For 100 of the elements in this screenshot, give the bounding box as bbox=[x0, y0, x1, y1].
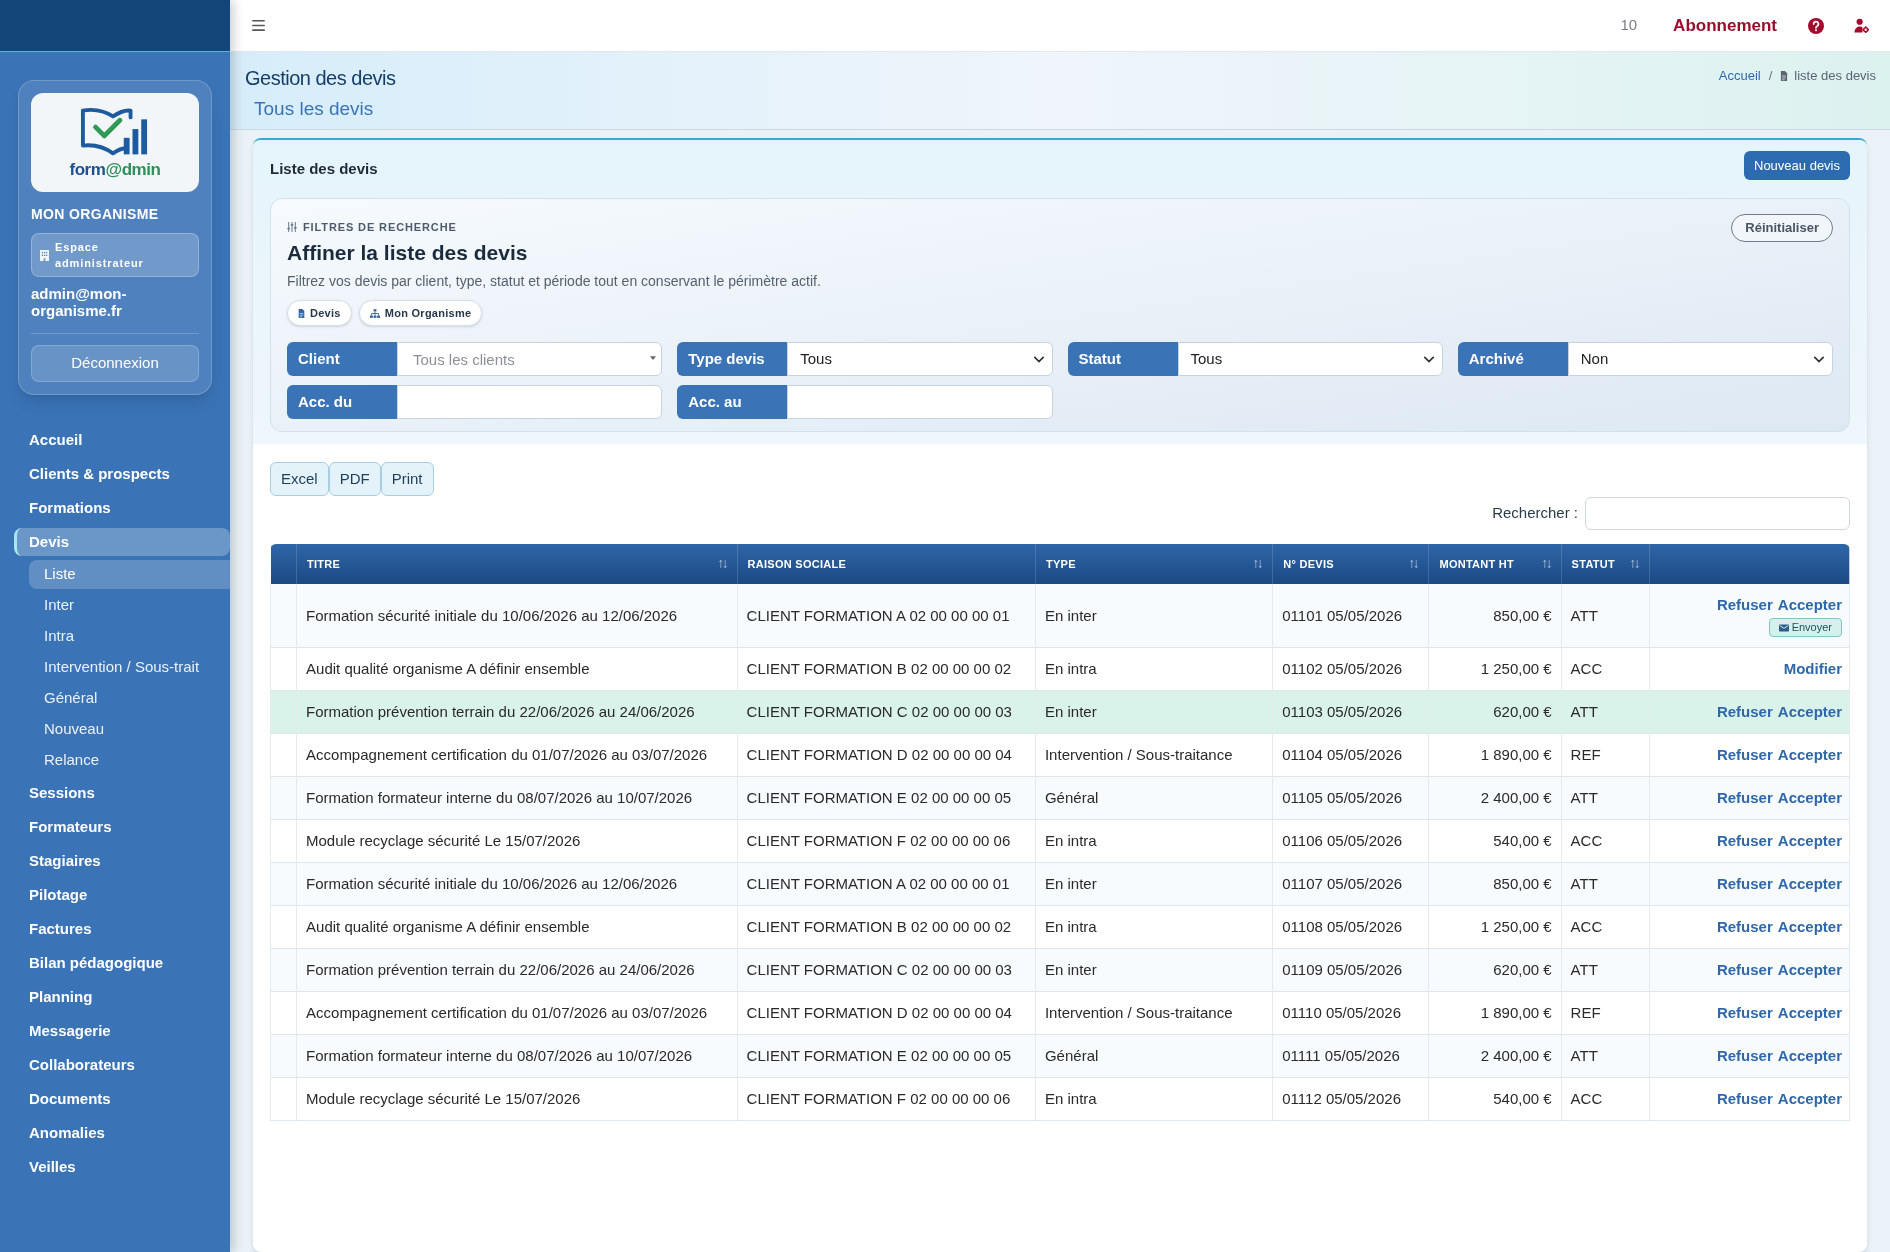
table-cell: 01108 05/05/2026 bbox=[1272, 905, 1429, 949]
search-field[interactable] bbox=[1585, 497, 1850, 530]
menu-item[interactable]: Accueil bbox=[14, 426, 230, 454]
breadcrumb-link[interactable]: Accueil bbox=[1718, 66, 1761, 86]
action-link[interactable]: Accepter bbox=[1777, 873, 1842, 895]
action-link[interactable]: Accepter bbox=[1777, 916, 1842, 938]
date-field[interactable] bbox=[397, 385, 663, 419]
menu-item[interactable]: Clients & prospects bbox=[14, 460, 230, 488]
table-cell: 01104 05/05/2026 bbox=[1272, 733, 1429, 777]
menu-item[interactable]: Bilan pédagogique bbox=[14, 949, 230, 977]
sliders-icon bbox=[287, 222, 297, 232]
filter-heading: Affiner la liste des devis bbox=[287, 240, 529, 266]
search-label: Rechercher : bbox=[1492, 503, 1578, 524]
menu-icon[interactable] bbox=[252, 20, 265, 31]
breadcrumb-current: liste des devis bbox=[1794, 67, 1876, 86]
menu-item[interactable]: Devis bbox=[14, 528, 230, 556]
action-link[interactable]: Refuser bbox=[1716, 1045, 1773, 1067]
table-cell: CLIENT FORMATION F 02 00 00 00 06 bbox=[737, 819, 1036, 863]
menu-item[interactable]: Planning bbox=[14, 983, 230, 1011]
select-field[interactable]: Non bbox=[1567, 342, 1833, 376]
table-cell: Audit qualité organisme A définir ensemble bbox=[296, 905, 738, 949]
action-link[interactable]: Accepter bbox=[1777, 787, 1842, 809]
reset-button[interactable]: Réinitialiser bbox=[1731, 214, 1833, 242]
menu-item[interactable]: Stagiaires bbox=[14, 847, 230, 875]
table-cell: 01102 05/05/2026 bbox=[1272, 647, 1429, 691]
action-link[interactable]: Accepter bbox=[1777, 830, 1842, 852]
action-link[interactable]: Accepter bbox=[1777, 594, 1842, 616]
new-quote-button[interactable]: Nouveau devis bbox=[1744, 151, 1850, 180]
subscription-link[interactable]: Abonnement bbox=[1673, 12, 1777, 39]
action-link[interactable]: Refuser bbox=[1716, 916, 1773, 938]
submenu-item[interactable]: Intervention / Sous-trait bbox=[29, 653, 230, 682]
action-link[interactable]: Accepter bbox=[1777, 1045, 1842, 1067]
send-button[interactable]: Envoyer bbox=[1768, 618, 1842, 637]
table-cell: ACC bbox=[1561, 1077, 1650, 1121]
date-field[interactable] bbox=[787, 385, 1053, 419]
field-label: Type devis bbox=[677, 342, 788, 376]
user-email: admin@mon-organisme.fr bbox=[31, 285, 128, 319]
action-link[interactable]: Refuser bbox=[1716, 873, 1773, 895]
export-button[interactable]: Excel bbox=[270, 462, 329, 496]
table-cell: ATT bbox=[1561, 948, 1650, 992]
file-icon bbox=[1780, 71, 1789, 81]
help-icon[interactable] bbox=[1808, 17, 1824, 34]
action-link[interactable]: Accepter bbox=[1777, 959, 1842, 981]
submenu-item[interactable]: Inter bbox=[29, 591, 230, 620]
table-cell: 01103 05/05/2026 bbox=[1272, 690, 1429, 734]
table-cell: Accompagnement certification du 01/07/2026 au 03/07/2026 bbox=[296, 733, 738, 777]
combo-field[interactable]: Tous les clients bbox=[397, 342, 663, 376]
action-link[interactable]: Accepter bbox=[1777, 1002, 1842, 1024]
file-icon bbox=[298, 308, 305, 318]
action-link[interactable]: Accepter bbox=[1777, 744, 1842, 766]
table-cell: 540,00 € bbox=[1428, 819, 1562, 863]
action-link[interactable]: Accepter bbox=[1777, 701, 1842, 723]
table-cell: 540,00 € bbox=[1428, 1077, 1562, 1121]
action-link[interactable]: Refuser bbox=[1716, 701, 1773, 723]
menu-item[interactable]: Messagerie bbox=[14, 1017, 230, 1045]
menu-item[interactable]: Factures bbox=[14, 915, 230, 943]
table-cell: CLIENT FORMATION E 02 00 00 00 05 bbox=[737, 1034, 1036, 1078]
action-link[interactable]: Refuser bbox=[1716, 959, 1773, 981]
export-button[interactable]: PDF bbox=[328, 462, 381, 496]
menu-item[interactable]: Pilotage bbox=[14, 881, 230, 909]
select-field[interactable]: Tous bbox=[787, 342, 1053, 376]
field-label: Acc. au bbox=[677, 385, 788, 419]
menu-item[interactable]: Collaborateurs bbox=[14, 1051, 230, 1079]
menu-item[interactable]: Documents bbox=[14, 1085, 230, 1113]
action-link[interactable]: Refuser bbox=[1716, 1088, 1773, 1110]
menu-item[interactable]: Formations bbox=[14, 494, 230, 522]
field-label: Archivé bbox=[1457, 342, 1568, 376]
chevron-down-icon bbox=[1423, 355, 1434, 363]
submenu-item[interactable]: Intra bbox=[29, 622, 230, 651]
action-link[interactable]: Modifier bbox=[1783, 658, 1842, 680]
menu-item[interactable]: Sessions bbox=[14, 779, 230, 807]
action-link[interactable]: Refuser bbox=[1716, 830, 1773, 852]
submenu-item[interactable]: Général bbox=[29, 684, 230, 713]
table-cell: ATT bbox=[1561, 862, 1650, 906]
table-cell: CLIENT FORMATION B 02 00 00 00 02 bbox=[737, 905, 1036, 949]
submenu-item[interactable]: Nouveau bbox=[29, 715, 230, 744]
export-button[interactable]: Print bbox=[380, 462, 434, 496]
action-link[interactable]: Refuser bbox=[1716, 787, 1773, 809]
field-label: Client bbox=[287, 342, 397, 376]
user-settings-icon[interactable] bbox=[1854, 18, 1869, 33]
action-link[interactable]: Refuser bbox=[1716, 1002, 1773, 1024]
table-cell: 850,00 € bbox=[1428, 584, 1562, 648]
menu-item[interactable]: Veilles bbox=[14, 1153, 230, 1181]
logout-button[interactable]: Déconnexion bbox=[31, 345, 199, 382]
action-link[interactable]: Refuser bbox=[1716, 594, 1773, 616]
menu-item[interactable]: Anomalies bbox=[14, 1119, 230, 1147]
table-cell: Audit qualité organisme A définir ensemble bbox=[296, 647, 738, 691]
action-link[interactable]: Refuser bbox=[1716, 744, 1773, 766]
table-cell: Intervention / Sous-traitance bbox=[1035, 733, 1273, 777]
submenu-item[interactable]: Relance bbox=[29, 746, 230, 775]
table-cell: En inter bbox=[1035, 862, 1273, 906]
submenu-item[interactable]: Liste bbox=[29, 560, 230, 589]
action-link[interactable]: Accepter bbox=[1777, 1088, 1842, 1110]
table-cell: Général bbox=[1035, 1034, 1273, 1078]
table-cell: En inter bbox=[1035, 690, 1273, 734]
menu-item[interactable]: Formateurs bbox=[14, 813, 230, 841]
table-cell: CLIENT FORMATION D 02 00 00 00 04 bbox=[737, 733, 1036, 777]
table-cell: Formation sécurité initiale du 10/06/2026 au 12/06/2026 bbox=[296, 584, 738, 648]
table-cell: 01111 05/05/2026 bbox=[1272, 1034, 1429, 1078]
select-field[interactable]: Tous bbox=[1177, 342, 1443, 376]
